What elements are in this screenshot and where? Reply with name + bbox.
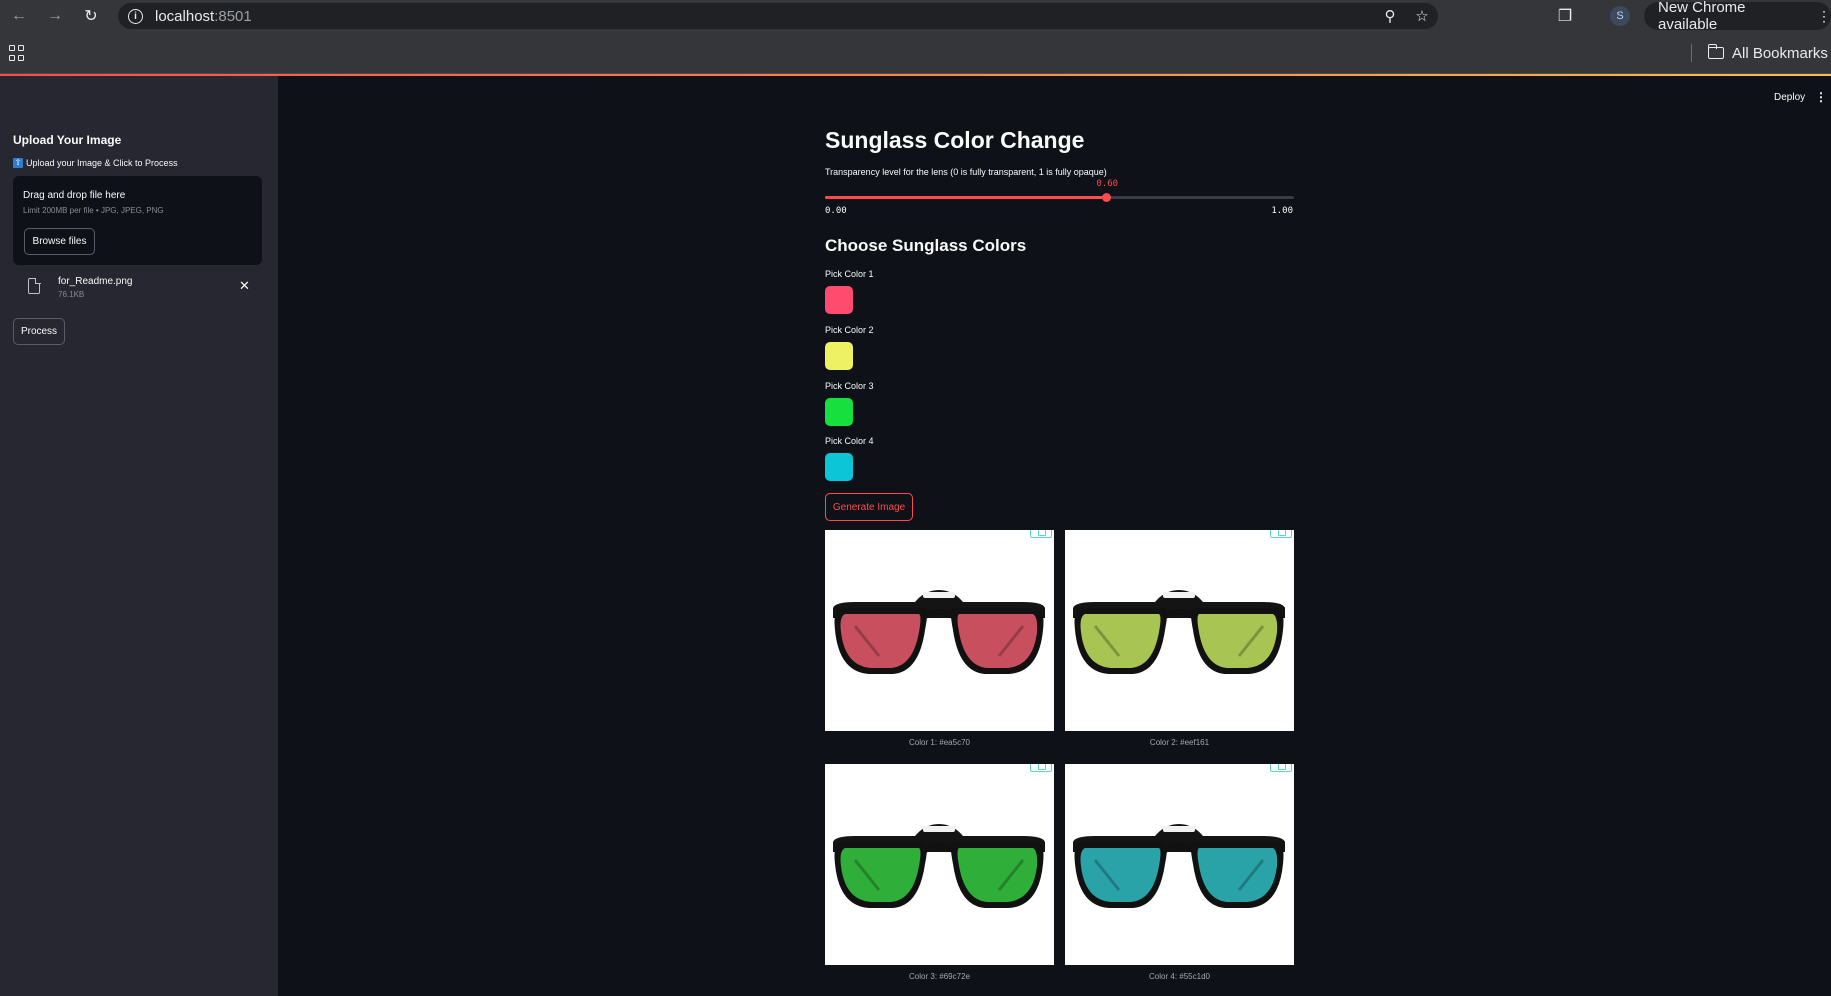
color-picker-2: Pick Color 2 <box>825 325 874 370</box>
transparency-slider-label: Transparency level for the lens (0 is fu… <box>825 167 1107 177</box>
result-caption: Color 1: #ea5c70 <box>909 738 970 747</box>
color-swatch-3[interactable] <box>825 398 853 426</box>
dropzone-limit: Limit 200MB per file • JPG, JPEG, PNG <box>23 206 164 215</box>
transparency-slider-value: 0.60 <box>1096 179 1119 189</box>
folder-icon <box>1707 44 1724 59</box>
close-icon[interactable]: ✕ <box>239 278 250 294</box>
result-image <box>1065 530 1294 731</box>
file-size: 76.1KB <box>58 290 85 299</box>
glasses-bridge-highlight <box>923 826 955 832</box>
new-chrome-label: New Chrome available <box>1658 0 1746 33</box>
sunglasses-illustration <box>1073 590 1285 674</box>
process-button[interactable]: Process <box>13 318 65 345</box>
generate-image-button[interactable]: Generate Image <box>825 493 913 521</box>
slider-max-label: 1.00 <box>1271 206 1293 216</box>
profile-avatar[interactable]: S <box>1610 6 1630 26</box>
menu-dots-icon[interactable]: ⋮ <box>1817 8 1831 25</box>
upload-hint: ⇧ Upload your Image & Click to Process <box>13 158 178 168</box>
zoom-icon[interactable]: ⚲ <box>1374 7 1406 25</box>
result-card-1: Color 1: #ea5c70 <box>825 530 1054 747</box>
color-swatch-4[interactable] <box>825 453 853 481</box>
fullscreen-icon[interactable] <box>1270 764 1292 772</box>
bookmarks-bar: All Bookmarks <box>0 32 1831 74</box>
bookmarks-divider <box>1691 44 1692 62</box>
color-picker-label: Pick Color 2 <box>825 325 874 335</box>
browser-toolbar: ← → ↻ i localhost:8501 ⚲ ☆ ❐ S New Chrom… <box>0 0 1831 33</box>
sidebar: Upload Your Image ⇧ Upload your Image & … <box>0 76 278 996</box>
sunglasses-illustration <box>833 824 1045 908</box>
result-card-3: Color 3: #69c72e <box>825 764 1054 981</box>
new-chrome-button[interactable]: New Chrome available ⋮ <box>1644 0 1831 33</box>
color-picker-label: Pick Color 1 <box>825 269 874 279</box>
slider-min-label: 0.00 <box>825 206 847 216</box>
address-bar[interactable]: i localhost:8501 ⚲ ☆ <box>118 3 1438 29</box>
color-swatch-2[interactable] <box>825 342 853 370</box>
extensions-icon[interactable]: ❐ <box>1553 4 1577 28</box>
result-card-2: Color 2: #eef161 <box>1065 530 1294 747</box>
glasses-bridge-highlight <box>923 592 955 598</box>
back-icon[interactable]: ← <box>4 1 34 31</box>
file-icon <box>28 277 41 294</box>
result-card-4: Color 4: #55c1d0 <box>1065 764 1294 981</box>
apps-grid-icon[interactable] <box>9 45 25 61</box>
all-bookmarks-label: All Bookmarks <box>1732 44 1828 62</box>
reload-icon[interactable]: ↻ <box>76 1 106 31</box>
fullscreen-icon[interactable] <box>1030 764 1052 772</box>
color-swatch-1[interactable] <box>825 286 853 314</box>
url-text: localhost:8501 <box>155 7 252 25</box>
result-image <box>825 764 1054 965</box>
upload-arrow-icon: ⇧ <box>13 158 23 168</box>
sunglasses-illustration <box>833 590 1045 674</box>
forward-icon[interactable]: → <box>40 1 70 31</box>
color-picker-1: Pick Color 1 <box>825 269 874 314</box>
color-picker-label: Pick Color 3 <box>825 381 874 391</box>
site-info-icon[interactable]: i <box>128 8 143 24</box>
result-image <box>825 530 1054 731</box>
upload-hint-text: Upload your Image & Click to Process <box>26 158 178 168</box>
file-name: for_Readme.png <box>58 276 133 287</box>
slider-fill <box>825 196 1107 199</box>
color-picker-label: Pick Color 4 <box>825 436 874 446</box>
deploy-button[interactable]: Deploy <box>1774 92 1805 103</box>
bookmark-star-icon[interactable]: ☆ <box>1406 7 1438 25</box>
slider-thumb[interactable] <box>1102 193 1112 202</box>
all-bookmarks-button[interactable]: All Bookmarks <box>1707 42 1828 64</box>
colors-heading: Choose Sunglass Colors <box>825 236 1027 255</box>
sunglasses-illustration <box>1073 824 1285 908</box>
result-caption: Color 2: #eef161 <box>1149 738 1210 747</box>
sidebar-title: Upload Your Image <box>13 133 122 147</box>
uploaded-file: for_Readme.png 76.1KB ✕ <box>28 276 258 306</box>
result-image <box>1065 764 1294 965</box>
glasses-bridge-highlight <box>1163 826 1195 832</box>
fullscreen-icon[interactable] <box>1030 530 1052 538</box>
glasses-bridge-highlight <box>1163 592 1195 598</box>
fullscreen-icon[interactable] <box>1270 530 1292 538</box>
browse-files-button[interactable]: Browse files <box>24 228 95 255</box>
main-menu-icon[interactable]: ⋮ <box>1815 90 1827 104</box>
result-caption: Color 3: #69c72e <box>909 972 970 981</box>
dropzone-title: Drag and drop file here <box>23 190 126 201</box>
page-title: Sunglass Color Change <box>825 127 1085 153</box>
result-caption: Color 4: #55c1d0 <box>1149 972 1210 981</box>
file-dropzone[interactable]: Drag and drop file here Limit 200MB per … <box>13 176 262 265</box>
color-picker-3: Pick Color 3 <box>825 381 874 426</box>
color-picker-4: Pick Color 4 <box>825 436 874 481</box>
transparency-slider[interactable] <box>825 193 1294 202</box>
